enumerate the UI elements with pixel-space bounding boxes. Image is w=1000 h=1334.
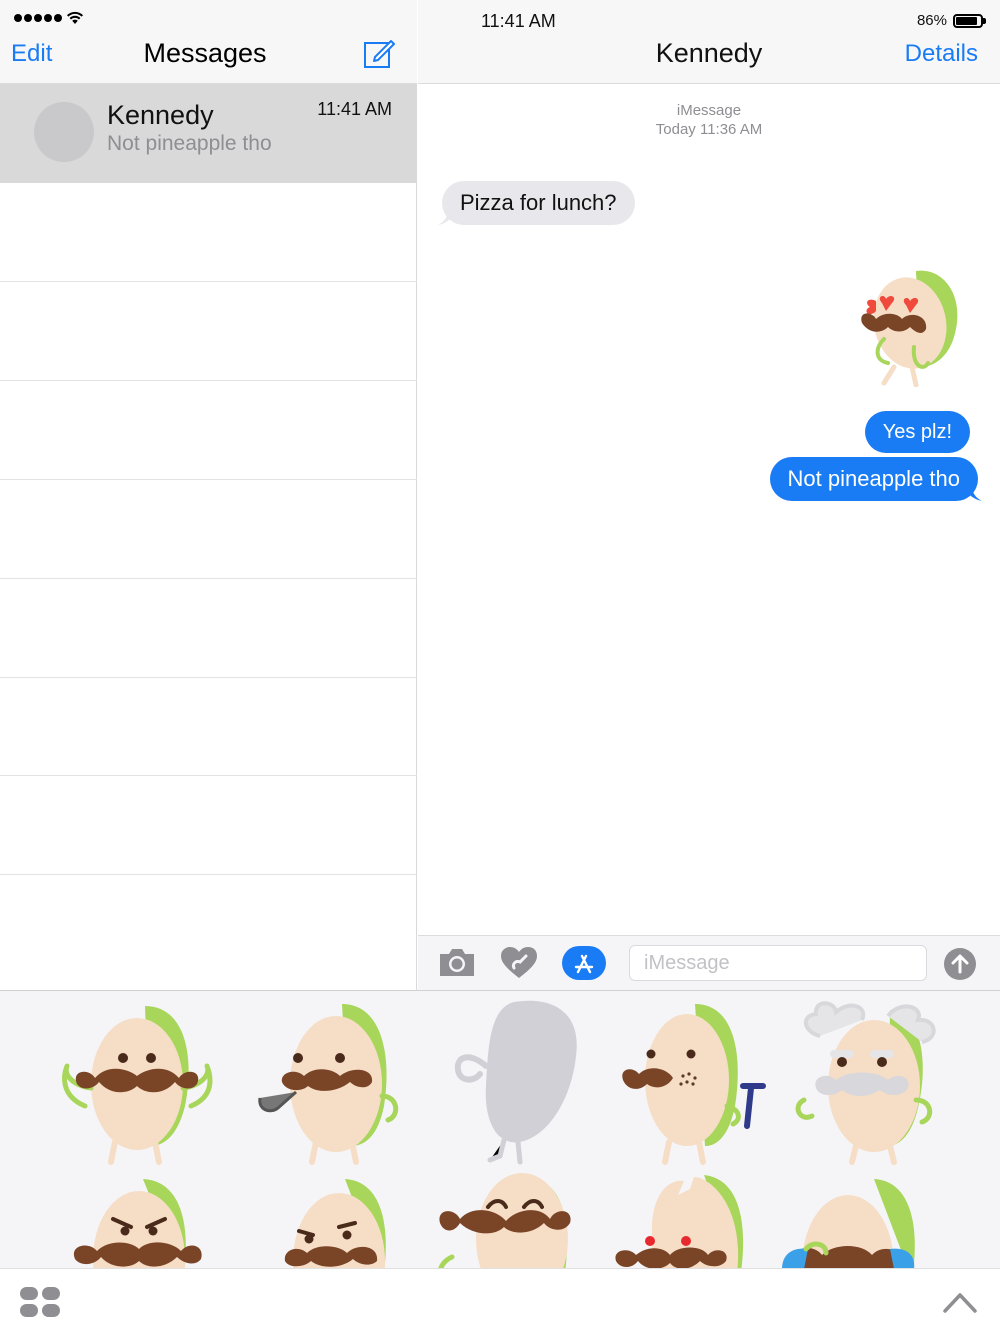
app-drawer-bar — [0, 1268, 1000, 1334]
avatar — [34, 102, 94, 162]
message-input[interactable] — [629, 945, 927, 981]
status-time: 11:41 AM — [481, 11, 556, 31]
sent-sticker-pistachio-heart-eyes[interactable] — [854, 267, 966, 387]
sticker-pistachio-razor[interactable] — [615, 996, 785, 1166]
sticker-pistachio-cracked[interactable] — [612, 1169, 782, 1268]
sticker-pistachio-pipe[interactable] — [252, 996, 422, 1166]
battery-percent: 86% — [916, 12, 947, 29]
outgoing-message-bubble[interactable]: Yes plz! — [864, 411, 970, 453]
details-button[interactable]: Details — [905, 40, 978, 68]
row-divider — [0, 677, 417, 678]
row-divider — [0, 281, 417, 282]
thread-timestamp: Today 11:36 AM — [655, 121, 763, 138]
sticker-drawer[interactable] — [0, 990, 1000, 1268]
send-icon[interactable] — [944, 948, 976, 980]
incoming-message-bubble[interactable]: Pizza for lunch? — [442, 181, 635, 225]
app-drawer-icon[interactable] — [20, 1287, 62, 1319]
row-divider — [0, 479, 417, 480]
expand-chevron-icon[interactable] — [942, 1289, 978, 1315]
sticker-pistachio-placeholder[interactable] — [450, 996, 620, 1166]
sticker-pistachio-suspicious[interactable] — [255, 1169, 425, 1268]
app-store-icon[interactable] — [562, 946, 606, 980]
sticker-pistachio-flexing[interactable] — [55, 996, 225, 1166]
conversation-row-kennedy[interactable]: Kennedy Not pineapple tho 11:41 AM — [0, 84, 417, 183]
compose-icon[interactable] — [362, 36, 396, 70]
message-input-bar — [418, 935, 1000, 990]
sticker-pistachio-professor[interactable] — [790, 996, 960, 1166]
row-divider — [0, 874, 417, 875]
battery-icon — [953, 13, 986, 28]
message-thread[interactable]: iMessage Today 11:36 AM Pizza for lunch?… — [418, 85, 1000, 935]
conversation-list-pane: Edit Messages Kennedy Not pineapple tho … — [0, 0, 417, 990]
conversation-time: 11:41 AM — [317, 99, 392, 119]
wifi-icon — [67, 11, 83, 24]
digital-touch-icon[interactable] — [500, 946, 538, 980]
conversation-name: Kennedy — [107, 100, 214, 130]
row-divider — [0, 775, 417, 776]
chat-header: 11:41 AM 86% Kennedy Details — [418, 0, 1000, 84]
signal-dots-icon — [14, 14, 62, 22]
page-title: Messages — [143, 38, 267, 68]
battery-status: 86% — [917, 12, 986, 29]
sticker-pistachio-angry[interactable] — [55, 1169, 225, 1268]
conversation-list-header: Edit Messages — [0, 0, 417, 84]
sticker-pistachio-crying[interactable] — [782, 1169, 952, 1268]
row-divider — [0, 380, 417, 381]
camera-icon[interactable] — [438, 946, 476, 978]
service-label: iMessage — [676, 102, 742, 119]
status-left — [14, 11, 84, 25]
outgoing-message-bubble[interactable]: Not pineapple tho — [769, 457, 978, 501]
sticker-pistachio-laughing[interactable] — [432, 1169, 602, 1268]
row-divider — [0, 578, 417, 579]
conversation-preview: Not pineapple tho — [107, 132, 272, 155]
